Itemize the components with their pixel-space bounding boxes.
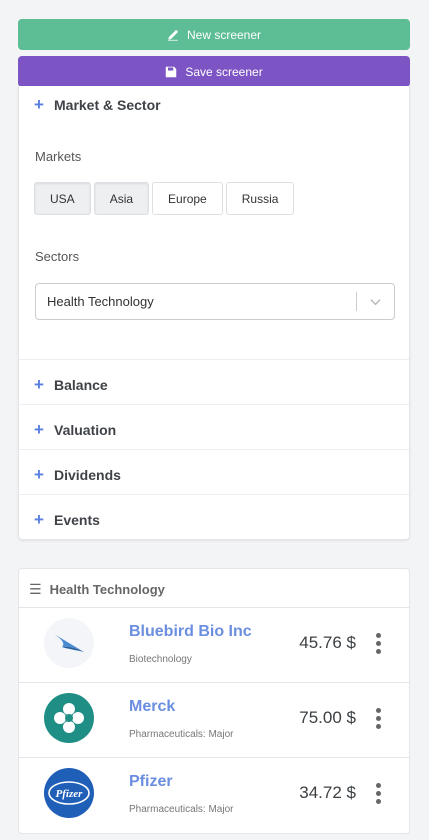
- select-separator: [356, 292, 357, 311]
- sectors-label: Sectors: [35, 249, 80, 264]
- filters-panel: + Market & Sector Markets USA Asia Europ…: [18, 86, 410, 540]
- plus-icon: +: [34, 375, 44, 394]
- pfizer-logo: Pfizer: [44, 768, 94, 818]
- market-sector-section-header[interactable]: + Market & Sector: [34, 96, 161, 113]
- valuation-title: Valuation: [54, 421, 117, 438]
- divider: [19, 449, 409, 450]
- balance-title: Balance: [54, 376, 108, 393]
- valuation-section-header[interactable]: + Valuation: [34, 421, 116, 438]
- market-usa-toggle[interactable]: USA: [34, 182, 91, 215]
- more-options-icon[interactable]: [376, 633, 382, 654]
- save-screener-button[interactable]: Save screener: [18, 56, 410, 87]
- balance-section-header[interactable]: + Balance: [34, 376, 108, 393]
- pencil-icon: [168, 29, 179, 41]
- plus-icon: +: [34, 420, 44, 439]
- bluebird-bird-icon: [54, 634, 84, 652]
- plus-icon: +: [34, 465, 44, 484]
- results-list: ☰ Health Technology Bluebird Bio Inc Bio…: [18, 568, 410, 834]
- more-options-icon[interactable]: [376, 783, 382, 804]
- list-menu-icon: ☰: [29, 581, 42, 597]
- company-price: 34.72 $: [299, 783, 356, 802]
- svg-text:Pfizer: Pfizer: [56, 788, 84, 800]
- list-item[interactable]: Bluebird Bio Inc Biotechnology 45.76 $: [19, 607, 409, 682]
- company-industry: Pharmaceuticals: Major: [129, 729, 234, 740]
- markets-label: Markets: [35, 149, 82, 164]
- company-name[interactable]: Pfizer: [129, 773, 173, 791]
- company-name[interactable]: Merck: [129, 698, 175, 716]
- sectors-selected-value: Health Technology: [47, 294, 154, 309]
- company-price: 45.76 $: [299, 633, 356, 652]
- list-header: ☰ Health Technology: [29, 581, 165, 598]
- more-options-icon[interactable]: [376, 708, 382, 729]
- new-screener-button[interactable]: New screener: [18, 19, 410, 50]
- divider: [19, 359, 409, 360]
- sectors-select[interactable]: Health Technology: [35, 283, 395, 320]
- new-screener-label: New screener: [186, 27, 262, 42]
- dividends-title: Dividends: [54, 466, 121, 483]
- events-title: Events: [54, 511, 100, 528]
- save-screener-label: Save screener: [185, 64, 263, 79]
- floppy-disk-icon: [166, 66, 177, 77]
- market-russia-toggle[interactable]: Russia: [225, 182, 295, 215]
- list-item[interactable]: Merck Pharmaceuticals: Major 75.00 $: [19, 682, 409, 757]
- company-industry: Biotechnology: [129, 654, 192, 665]
- divider: [19, 494, 409, 495]
- company-name[interactable]: Bluebird Bio Inc: [129, 623, 252, 641]
- market-asia-toggle[interactable]: Asia: [93, 182, 150, 215]
- plus-icon: +: [34, 510, 44, 529]
- chevron-down-icon[interactable]: [369, 295, 382, 308]
- market-europe-toggle[interactable]: Europe: [152, 182, 223, 215]
- list-title: Health Technology: [49, 582, 165, 597]
- market-sector-title: Market & Sector: [54, 96, 161, 113]
- merck-logo: [44, 693, 94, 743]
- events-section-header[interactable]: + Events: [34, 511, 100, 528]
- pfizer-wordmark-icon: Pfizer: [48, 781, 90, 805]
- plus-icon: +: [34, 95, 44, 114]
- company-price: 75.00 $: [299, 708, 356, 727]
- dividends-section-header[interactable]: + Dividends: [34, 466, 121, 483]
- bluebird-logo: [44, 618, 94, 668]
- merck-emblem-icon: [54, 703, 84, 733]
- markets-toggle-group: USA Asia Europe Russia: [34, 182, 295, 215]
- list-item[interactable]: Pfizer Pfizer Pharmaceuticals: Major 34.…: [19, 757, 409, 832]
- divider: [19, 404, 409, 405]
- company-industry: Pharmaceuticals: Major: [129, 804, 234, 815]
